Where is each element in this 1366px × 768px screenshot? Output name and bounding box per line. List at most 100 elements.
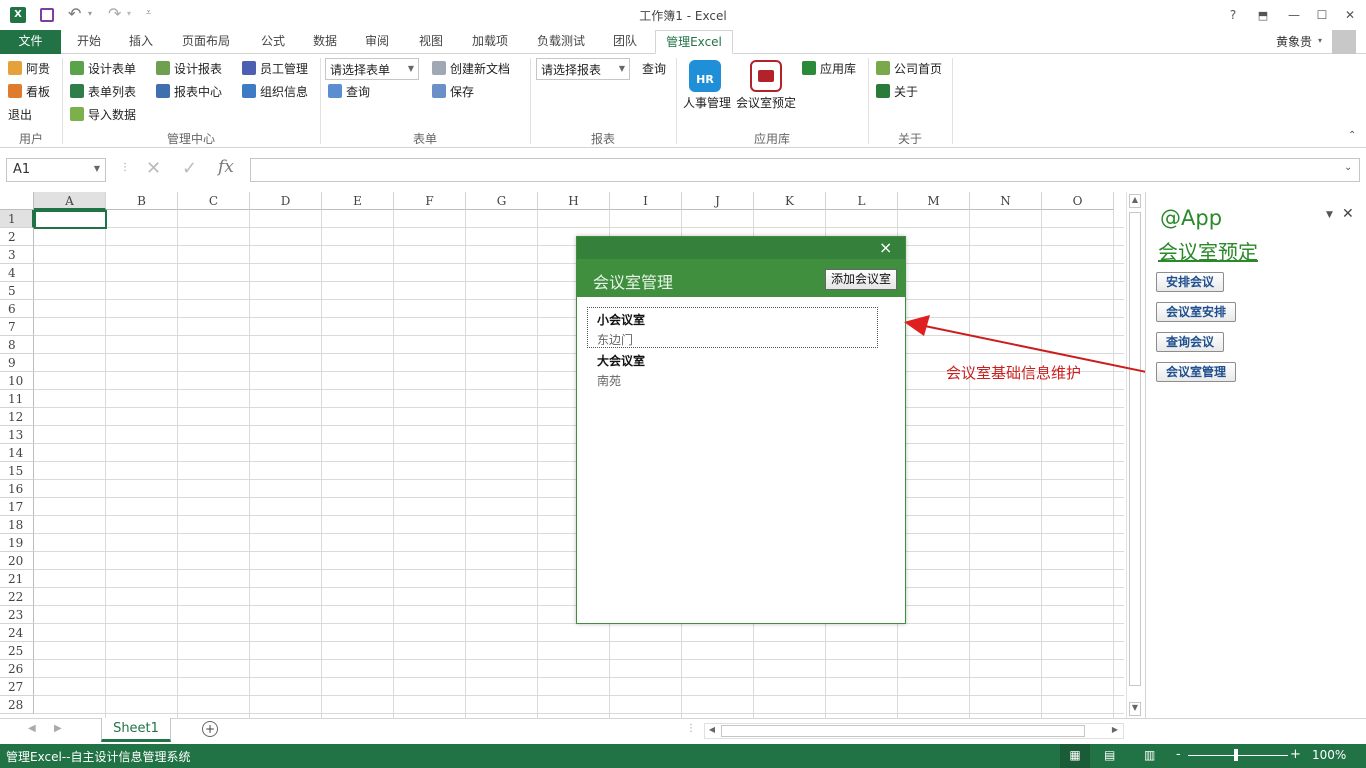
name-box[interactable]: A1 ▼ [6, 158, 106, 182]
column-header[interactable]: I [610, 192, 682, 210]
scroll-right-icon[interactable]: ▶ [1109, 725, 1121, 737]
schedule-meeting-button[interactable]: 安排会议 [1156, 272, 1225, 292]
minimize-button[interactable]: — [1284, 6, 1304, 24]
customize-toolbar-icon[interactable]: ⩡ [146, 8, 151, 18]
scroll-up-icon[interactable]: ▲ [1129, 194, 1141, 208]
tab-formulas[interactable]: 公式 [250, 30, 296, 54]
row-header[interactable]: 19 [0, 534, 34, 552]
tab-home[interactable]: 开始 [66, 30, 112, 54]
app-store-button[interactable]: 应用库 [802, 58, 856, 78]
import-data-button[interactable]: 导入数据 [70, 104, 136, 124]
form-select[interactable]: 请选择表单 ▼ [325, 58, 419, 80]
row-header[interactable]: 9 [0, 354, 34, 372]
hscroll-options-icon[interactable]: ⋮ [686, 723, 696, 734]
zoom-in-button[interactable]: + [1290, 747, 1301, 762]
design-form-button[interactable]: 设计表单 [70, 58, 136, 78]
row-header[interactable]: 5 [0, 282, 34, 300]
logout-button[interactable]: 退出 [8, 104, 32, 124]
column-header[interactable]: H [538, 192, 610, 210]
room-schedule-button[interactable]: 会议室安排 [1156, 302, 1237, 322]
row-header[interactable]: 16 [0, 480, 34, 498]
tab-review[interactable]: 审阅 [354, 30, 400, 54]
select-all-corner[interactable] [0, 192, 34, 210]
row-header[interactable]: 28 [0, 696, 34, 714]
prev-sheet-icon[interactable]: ◀ [28, 723, 36, 734]
user-dropdown-icon[interactable]: ▾ [1318, 36, 1322, 45]
column-header[interactable]: K [754, 192, 826, 210]
worksheet-grid[interactable]: ABCDEFGHIJKLMNO 1 2 3 4 5 6 7 8 9 10 11 12 13 14 15 16 1… [0, 192, 1124, 718]
redo-dropdown-icon[interactable]: ▾ [127, 9, 131, 18]
page-break-view-icon[interactable]: ▥ [1144, 748, 1155, 762]
column-header[interactable]: G [466, 192, 538, 210]
tab-page-layout[interactable]: 页面布局 [174, 30, 238, 54]
report-query-button[interactable]: 查询 [642, 58, 666, 78]
row-header[interactable]: 15 [0, 462, 34, 480]
column-header[interactable]: N [970, 192, 1042, 210]
column-header[interactable]: L [826, 192, 898, 210]
tab-team[interactable]: 团队 [602, 30, 648, 54]
save-icon[interactable] [40, 8, 54, 22]
column-header[interactable]: F [394, 192, 466, 210]
column-header[interactable]: B [106, 192, 178, 210]
tab-insert[interactable]: 插入 [118, 30, 164, 54]
column-header[interactable]: A [34, 192, 106, 210]
save-form-button[interactable]: 保存 [432, 81, 474, 101]
add-sheet-button[interactable]: + [202, 721, 218, 737]
row-header[interactable]: 12 [0, 408, 34, 426]
row-header[interactable]: 8 [0, 336, 34, 354]
active-cell[interactable] [34, 210, 107, 229]
insert-function-button[interactable]: fx [218, 157, 234, 177]
row-header[interactable]: 26 [0, 660, 34, 678]
tab-manage-excel[interactable]: 管理Excel [655, 30, 733, 54]
help-button[interactable]: ? [1226, 6, 1240, 24]
vertical-scrollbar[interactable]: ▲ ▼ [1126, 192, 1142, 718]
scroll-down-icon[interactable]: ▼ [1129, 702, 1141, 716]
room-manage-button[interactable]: 会议室管理 [1156, 362, 1237, 382]
column-header[interactable]: J [682, 192, 754, 210]
row-header[interactable]: 20 [0, 552, 34, 570]
room-list-item[interactable]: 小会议室 东边门 [587, 307, 878, 348]
scroll-thumb[interactable] [721, 725, 1085, 737]
org-info-button[interactable]: 组织信息 [242, 81, 308, 101]
normal-view-icon[interactable]: ▦ [1060, 744, 1090, 768]
tab-view[interactable]: 视图 [408, 30, 454, 54]
maximize-button[interactable]: ☐ [1312, 6, 1332, 24]
row-header[interactable]: 7 [0, 318, 34, 336]
tab-data[interactable]: 数据 [302, 30, 348, 54]
form-query-button[interactable]: 查询 [328, 81, 370, 101]
zoom-slider[interactable] [1188, 755, 1288, 756]
formula-input[interactable] [250, 158, 1360, 182]
sheet-tab-sheet1[interactable]: Sheet1 [101, 718, 171, 742]
zoom-level[interactable]: 100% [1312, 748, 1346, 762]
column-header[interactable]: E [322, 192, 394, 210]
page-layout-view-icon[interactable]: ▤ [1104, 748, 1115, 762]
dialog-close-button[interactable]: × [879, 238, 892, 257]
ribbon-display-options-icon[interactable]: ⬒ [1256, 6, 1270, 24]
row-header[interactable]: 24 [0, 624, 34, 642]
column-header[interactable]: D [250, 192, 322, 210]
row-header[interactable]: 22 [0, 588, 34, 606]
column-header[interactable]: M [898, 192, 970, 210]
row-header[interactable]: 11 [0, 390, 34, 408]
report-select[interactable]: 请选择报表 ▼ [536, 58, 630, 80]
row-header[interactable]: 2 [0, 228, 34, 246]
row-header[interactable]: 18 [0, 516, 34, 534]
report-center-button[interactable]: 报表中心 [156, 81, 222, 101]
row-header[interactable]: 6 [0, 300, 34, 318]
column-header[interactable]: C [178, 192, 250, 210]
pane-options-icon[interactable]: ▼ [1326, 210, 1333, 220]
next-sheet-icon[interactable]: ▶ [54, 723, 62, 734]
row-header[interactable]: 13 [0, 426, 34, 444]
zoom-out-button[interactable]: - [1176, 747, 1181, 762]
row-header[interactable]: 1 [0, 210, 34, 228]
collapse-ribbon-icon[interactable]: ⌃ [1348, 130, 1356, 141]
pane-close-icon[interactable]: ✕ [1342, 206, 1354, 222]
row-header[interactable]: 21 [0, 570, 34, 588]
redo-icon[interactable]: ↷ [108, 4, 121, 23]
room-list-item[interactable]: 大会议室 南苑 [587, 349, 878, 390]
row-header[interactable]: 27 [0, 678, 34, 696]
row-header[interactable]: 14 [0, 444, 34, 462]
hr-app-button[interactable]: HR 人事管理 [682, 58, 732, 110]
about-button[interactable]: 关于 [876, 81, 918, 101]
row-header[interactable]: 3 [0, 246, 34, 264]
